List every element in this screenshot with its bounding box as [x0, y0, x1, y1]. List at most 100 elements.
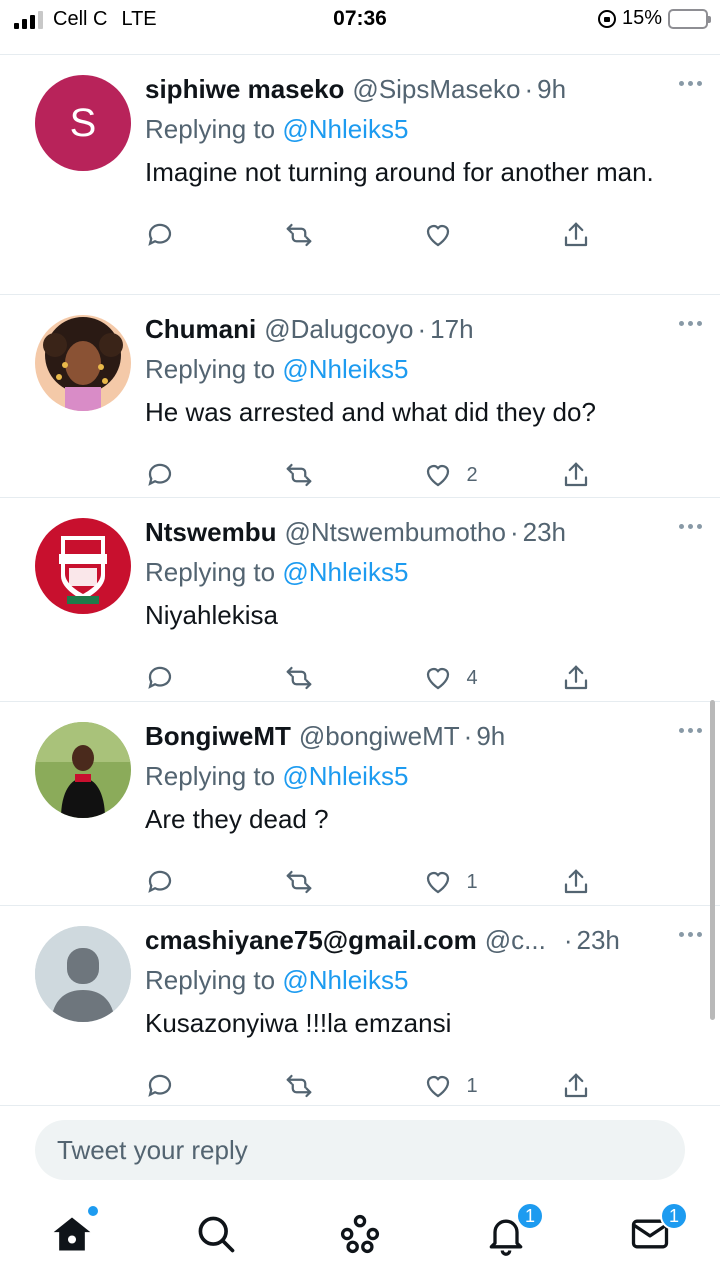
status-bar: Cell C LTE 07:36 15% [0, 0, 720, 40]
replying-label: Replying to [145, 965, 276, 995]
mention-link[interactable]: @Nhleiks5 [282, 354, 408, 384]
tweet-time[interactable]: 9h [537, 73, 566, 105]
heart-icon [426, 464, 449, 487]
reply-button[interactable] [145, 1071, 284, 1101]
avatar[interactable] [35, 315, 131, 411]
avatar[interactable]: S [35, 75, 131, 171]
tweet-actions [145, 195, 700, 275]
share-icon [565, 222, 588, 247]
avatar-photo [35, 722, 131, 818]
more-options-icon[interactable] [679, 728, 702, 733]
orientation-lock-icon [597, 9, 616, 28]
retweet-icon [286, 666, 312, 690]
avatar[interactable] [35, 722, 131, 818]
tab-search[interactable] [194, 1212, 238, 1256]
tweet-actions: 1 [145, 1046, 700, 1126]
like-count: 1 [466, 1074, 478, 1097]
author-name[interactable]: Chumani [145, 313, 256, 345]
share-icon [565, 665, 588, 690]
tweet-time[interactable]: 9h [476, 720, 505, 752]
tweet[interactable]: S siphiwe maseko @SipsMaseko · 9h Replyi… [0, 55, 720, 295]
reply-button[interactable] [145, 867, 284, 897]
reply-button[interactable] [145, 220, 284, 250]
bottom-tab-bar: 1 1 [0, 1200, 720, 1280]
like-button[interactable]: 2 [423, 460, 562, 490]
tab-messages[interactable]: 1 [628, 1202, 688, 1256]
tweet[interactable]: Ntswembu @Ntswembumotho · 23h Replying t… [0, 498, 720, 702]
tweet[interactable]: BongiweMT @bongiweMT · 9h Replying to @N… [0, 702, 720, 906]
replying-to: Replying to @Nhleiks5 [145, 964, 700, 996]
reply-icon [148, 223, 172, 246]
author-name[interactable]: siphiwe maseko [145, 73, 344, 105]
like-count: 4 [466, 666, 478, 689]
replying-label: Replying to [145, 761, 276, 791]
retweet-button[interactable] [284, 220, 423, 250]
author-name[interactable]: cmashiyane75@gmail.com [145, 924, 477, 956]
author-handle[interactable]: @bongiweMT [299, 720, 460, 752]
tweet-header: Ntswembu @Ntswembumotho · 23h [145, 516, 700, 548]
mention-link[interactable]: @Nhleiks5 [282, 114, 408, 144]
more-options-icon[interactable] [679, 321, 702, 326]
reply-button[interactable] [145, 460, 284, 490]
retweet-button[interactable] [284, 867, 423, 897]
like-button[interactable]: 1 [423, 1071, 562, 1101]
heart-icon [426, 224, 449, 247]
reply-icon [148, 870, 172, 893]
tweet-time[interactable]: 23h [523, 516, 566, 548]
share-button[interactable] [561, 220, 700, 250]
battery-percent: 15% [621, 7, 662, 29]
author-name[interactable]: BongiweMT [145, 720, 291, 752]
more-options-icon[interactable] [679, 81, 702, 86]
share-button[interactable] [561, 1071, 700, 1101]
like-button[interactable]: 1 [423, 867, 562, 897]
share-button[interactable] [561, 460, 700, 490]
author-name[interactable]: Ntswembu [145, 516, 276, 548]
share-icon [565, 462, 588, 487]
tab-home[interactable] [50, 1206, 98, 1256]
scrollbar[interactable] [710, 700, 715, 1020]
replying-label: Replying to [145, 114, 276, 144]
replying-to: Replying to @Nhleiks5 [145, 556, 700, 588]
tweet-text: He was arrested and what did they do? [145, 397, 596, 427]
avatar[interactable] [35, 926, 131, 1022]
share-button[interactable] [561, 663, 700, 693]
replying-to: Replying to @Nhleiks5 [145, 353, 700, 385]
spaces-icon [340, 1214, 380, 1254]
club-crest-logo [35, 518, 131, 614]
reply-icon [148, 666, 172, 689]
tweet[interactable]: Chumani @Dalugcoyo · 17h Replying to @Nh… [0, 295, 720, 498]
mention-link[interactable]: @Nhleiks5 [282, 965, 408, 995]
more-options-icon[interactable] [679, 932, 702, 937]
tweet[interactable]: cmashiyane75@gmail.com @c... · 23h Reply… [0, 906, 720, 1106]
like-button[interactable] [423, 220, 562, 250]
tweet-time[interactable]: 17h [430, 313, 473, 345]
reply-input[interactable]: Tweet your reply [35, 1120, 685, 1180]
retweet-button[interactable] [284, 460, 423, 490]
retweet-button[interactable] [284, 1071, 423, 1101]
author-handle[interactable]: @Dalugcoyo [264, 313, 413, 345]
share-icon [565, 1073, 588, 1098]
tab-notifications[interactable]: 1 [484, 1202, 544, 1256]
default-avatar-icon [35, 926, 131, 1022]
avatar[interactable] [35, 518, 131, 614]
share-button[interactable] [561, 867, 700, 897]
retweet-icon [286, 223, 312, 247]
like-button[interactable]: 4 [423, 663, 562, 693]
mention-link[interactable]: @Nhleiks5 [282, 761, 408, 791]
author-handle[interactable]: @Ntswembumotho [284, 516, 505, 548]
retweet-button[interactable] [284, 663, 423, 693]
reply-placeholder: Tweet your reply [57, 1134, 248, 1165]
tweet-text: Kusazonyiwa !!!la emzansi [145, 1008, 452, 1038]
mention-link[interactable]: @Nhleiks5 [282, 557, 408, 587]
tab-spaces[interactable] [338, 1212, 382, 1256]
author-handle[interactable]: @SipsMaseko [352, 73, 520, 105]
reply-icon [148, 1074, 172, 1097]
replying-label: Replying to [145, 557, 276, 587]
more-options-icon[interactable] [679, 524, 702, 529]
notifications-badge: 1 [516, 1202, 544, 1230]
reply-button[interactable] [145, 663, 284, 693]
author-handle[interactable]: @c... [485, 924, 546, 956]
reply-list: S siphiwe maseko @SipsMaseko · 9h Replyi… [0, 55, 720, 1106]
home-icon [53, 1217, 91, 1251]
tweet-time[interactable]: 23h [576, 924, 619, 956]
